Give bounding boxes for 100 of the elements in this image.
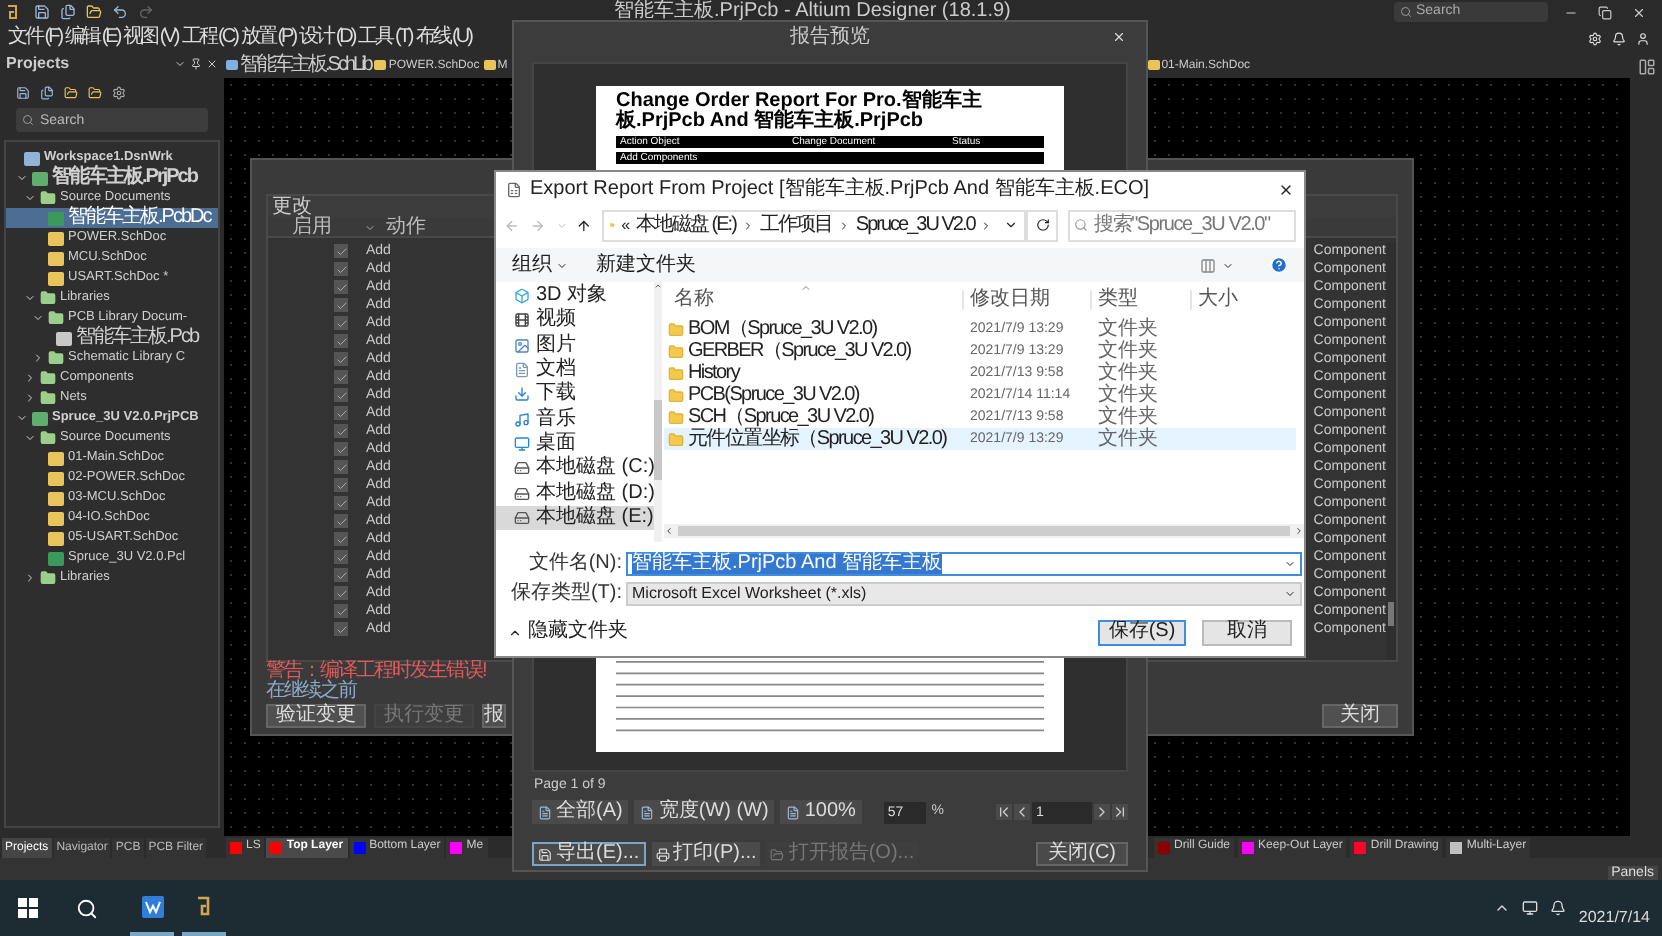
menu-item[interactable]: 编辑 (E) [63, 28, 122, 48]
column-header[interactable]: 修改日期 [964, 290, 1092, 310]
address-bar[interactable]: « 本地磁盘 (E:) 工作项目 Spruce_3U V2.0 [602, 209, 1027, 241]
column-header[interactable]: 名称 [664, 290, 964, 310]
checkbox[interactable] [334, 532, 348, 546]
dialog-button[interactable]: 验证变更 [266, 704, 366, 728]
new-folder-button[interactable]: 新建文件夹 [596, 255, 696, 275]
bell-icon[interactable] [1612, 31, 1626, 45]
action-button[interactable]: 导出(E)... [532, 842, 646, 866]
checkbox[interactable] [334, 262, 348, 276]
up-icon[interactable] [576, 217, 593, 233]
menu-item[interactable]: 放置 (P) [238, 28, 298, 48]
checkbox[interactable] [334, 568, 348, 582]
view-button[interactable]: 宽度(W) (W) [634, 800, 775, 824]
checkbox[interactable] [334, 478, 348, 492]
checkbox[interactable] [334, 586, 348, 600]
checkbox[interactable] [334, 604, 348, 618]
caret-icon[interactable] [1222, 259, 1234, 271]
checkbox[interactable] [334, 388, 348, 402]
breadcrumb[interactable]: 工作项目 [759, 215, 832, 235]
scroll-left-icon[interactable] [664, 526, 674, 536]
checkbox[interactable] [334, 514, 348, 528]
checkbox[interactable] [334, 298, 348, 312]
navigation-item[interactable]: 音乐 [496, 406, 655, 432]
tree-item[interactable]: 智能车主板.PrjPcb [6, 168, 218, 188]
checkbox[interactable] [334, 370, 348, 384]
scroll-right-icon[interactable] [1294, 526, 1304, 536]
navigation-item[interactable]: 本地磁盘 (C:) [496, 456, 655, 481]
open-folder-icon[interactable] [86, 4, 102, 20]
navigation-item[interactable]: 本地磁盘 (E:) [496, 505, 655, 530]
app-tile-icon[interactable] [141, 895, 163, 917]
file-type-dropdown[interactable]: Microsoft Excel Worksheet (*.xls) [626, 581, 1302, 605]
column-header[interactable]: 类型 [1092, 290, 1192, 310]
checkbox[interactable] [334, 424, 348, 438]
close-button[interactable]: 关闭 [1322, 704, 1398, 728]
save-all-icon[interactable] [60, 4, 76, 20]
pin-icon[interactable] [190, 58, 202, 70]
next-page-icon[interactable] [1094, 804, 1110, 820]
save-button[interactable]: 保存(S) [1098, 619, 1186, 645]
menu-item[interactable]: 工具 (T) [356, 28, 414, 48]
help-icon[interactable] [1270, 256, 1288, 274]
search-field[interactable]: 搜索"Spruce_3U V2.0" [1067, 209, 1296, 241]
hide-folders-button[interactable]: 隐藏文件夹 [508, 622, 628, 642]
column-header[interactable]: 大小 [1192, 290, 1238, 310]
menu-item[interactable]: 视图 (V) [121, 28, 180, 48]
close-button[interactable]: 关闭(C) [1036, 842, 1128, 866]
windows-start-icon[interactable] [18, 898, 38, 918]
checkbox[interactable] [334, 460, 348, 474]
user-icon[interactable] [1636, 31, 1650, 45]
breadcrumb[interactable]: Spruce_3U V2.0 [855, 215, 975, 235]
previous-page-icon[interactable] [1014, 804, 1030, 820]
altium-app-icon[interactable] [196, 894, 212, 918]
checkbox[interactable] [334, 280, 348, 294]
save-icon[interactable] [34, 4, 50, 20]
navigation-item[interactable]: 3D 对象 [496, 284, 655, 309]
breadcrumb[interactable]: 本地磁盘 (E:) [636, 215, 736, 235]
last-page-icon[interactable] [1112, 804, 1128, 820]
menu-item[interactable]: 工程 (C) [179, 28, 239, 48]
dropdown-icon[interactable] [1004, 218, 1019, 232]
save-icon[interactable] [16, 85, 30, 99]
checkbox[interactable] [334, 316, 348, 330]
menu-item[interactable]: 文件 (F) [6, 28, 64, 48]
navigation-item[interactable]: 桌面 [496, 431, 655, 457]
redo-icon[interactable] [138, 4, 154, 20]
close-icon[interactable] [1278, 181, 1294, 197]
first-page-icon[interactable] [996, 804, 1012, 820]
restore-icon[interactable] [1598, 5, 1612, 19]
navigation-item[interactable]: 图片 [496, 333, 655, 358]
checkbox[interactable] [334, 334, 348, 348]
view-icon[interactable] [1200, 257, 1216, 273]
caret-icon[interactable] [24, 572, 36, 584]
sort-caret-icon[interactable] [364, 221, 376, 233]
settings-icon[interactable] [112, 85, 126, 99]
search-icon[interactable] [76, 897, 98, 919]
navigation-item[interactable]: 视频 [496, 308, 655, 334]
tray-icon[interactable] [1522, 900, 1539, 916]
menu-item[interactable]: 设计 (D) [297, 28, 357, 48]
refresh-button[interactable] [1026, 209, 1058, 241]
dialog-button[interactable]: 报 [482, 704, 506, 728]
checkbox[interactable] [334, 244, 348, 258]
undo-icon[interactable] [112, 4, 128, 20]
checkbox[interactable] [334, 442, 348, 456]
documents-icon[interactable] [40, 85, 54, 99]
document-tab[interactable]: 智能车主板.SchLib [224, 53, 373, 77]
back-icon[interactable] [504, 217, 520, 233]
navigation-item[interactable]: 本地磁盘 (D:) [496, 480, 655, 506]
tree-item[interactable]: 智能车主板.PcbDc [6, 208, 218, 228]
forward-icon[interactable] [529, 217, 546, 233]
action-button[interactable]: 打印(P)... [651, 842, 761, 866]
checkbox[interactable] [334, 496, 348, 510]
tray-expand-icon[interactable] [1494, 900, 1511, 916]
checkbox[interactable] [334, 622, 348, 636]
navigation-item[interactable]: 下载 [496, 382, 655, 407]
checkbox[interactable] [334, 406, 348, 420]
view-button[interactable]: 100% [780, 800, 862, 824]
checkbox[interactable] [334, 352, 348, 366]
navigation-item[interactable]: 文档 [496, 357, 655, 383]
cancel-button[interactable]: 取消 [1202, 619, 1292, 645]
menu-item[interactable]: 布线 (U) [413, 28, 473, 48]
filename-field[interactable]: 智能车主板.PrjPcb And 智能车主板 [626, 551, 1302, 575]
